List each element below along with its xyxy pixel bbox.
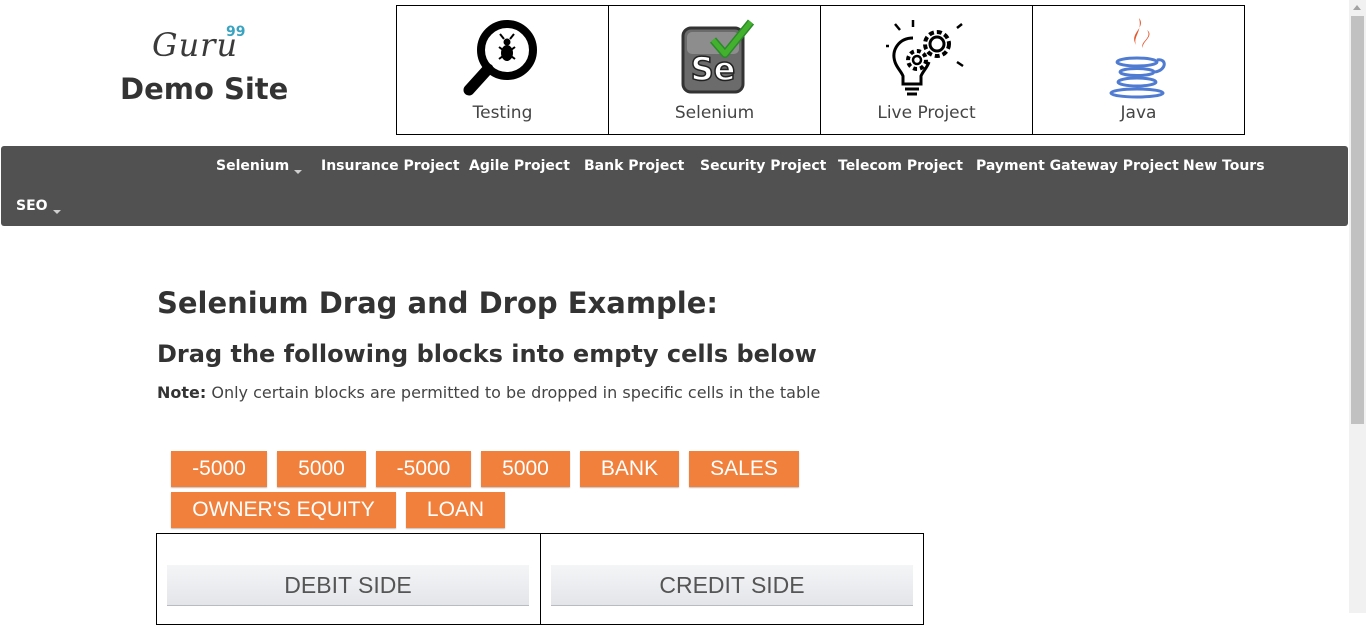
draggable-block-amount[interactable]: -5000 xyxy=(376,451,471,487)
nav-label: SEO xyxy=(16,198,48,214)
debit-side-header: DEBIT SIDE xyxy=(167,565,529,606)
page-title: Selenium Drag and Drop Example: xyxy=(157,286,718,320)
nav-item-payment-gateway-project[interactable]: Payment Gateway Project xyxy=(976,158,1179,174)
draggable-block-amount[interactable]: -5000 xyxy=(171,451,267,487)
credit-column[interactable]: CREDIT SIDE xyxy=(540,534,923,624)
instruction-note: Note: Only certain blocks are permitted … xyxy=(157,383,820,402)
nav-item-insurance-project[interactable]: Insurance Project xyxy=(321,158,460,174)
bulb-gears-icon xyxy=(885,20,964,96)
nav-item-telecom-project[interactable]: Telecom Project xyxy=(838,158,963,174)
course-tiles: Testing Se Selenium Live Project Java xyxy=(396,5,1245,135)
course-tile-java[interactable]: Java xyxy=(1032,6,1244,134)
nav-item-seo[interactable]: SEO xyxy=(16,198,61,214)
magnifier-bug-icon xyxy=(463,20,537,96)
draggable-block-loan[interactable]: LOAN xyxy=(406,492,505,528)
credit-side-header: CREDIT SIDE xyxy=(551,565,913,606)
draggable-block-owners-equity[interactable]: OWNER'S EQUITY xyxy=(171,492,396,528)
draggable-block-amount[interactable]: 5000 xyxy=(277,451,366,487)
course-label: Java xyxy=(1120,103,1157,123)
nav-label: Selenium xyxy=(216,158,290,174)
draggable-block-sales[interactable]: SALES xyxy=(689,451,799,487)
chevron-down-icon xyxy=(52,210,61,214)
chevron-down-icon xyxy=(294,170,303,174)
nav-item-security-project[interactable]: Security Project xyxy=(700,158,826,174)
nav-item-selenium[interactable]: Selenium xyxy=(216,158,303,174)
page-subtitle: Drag the following blocks into empty cel… xyxy=(157,340,817,368)
course-label: Live Project xyxy=(877,103,976,123)
page-scrollbar[interactable] xyxy=(1349,0,1366,613)
note-text: Only certain blocks are permitted to be … xyxy=(211,383,821,402)
draggable-block-bank[interactable]: BANK xyxy=(580,451,679,487)
course-label: Selenium xyxy=(674,103,755,123)
scroll-up-icon[interactable] xyxy=(1353,5,1361,10)
java-cup-icon xyxy=(1109,18,1166,99)
nav-item-bank-project[interactable]: Bank Project xyxy=(584,158,684,174)
course-label: Testing xyxy=(472,103,533,123)
draggable-block-amount[interactable]: 5000 xyxy=(481,451,570,487)
nav-item-agile-project[interactable]: Agile Project xyxy=(469,158,570,174)
scroll-thumb[interactable] xyxy=(1351,16,1364,424)
selenium-check-icon: Se xyxy=(681,19,754,94)
site-logo[interactable]: Guru 99 Demo Site xyxy=(110,22,290,122)
course-tile-live-project[interactable]: Live Project xyxy=(820,6,1032,134)
logo-subtitle: Demo Site xyxy=(120,72,289,106)
logo-superscript: 99 xyxy=(226,24,246,40)
nav-item-new-tours[interactable]: New Tours xyxy=(1183,158,1265,174)
note-label: Note: xyxy=(157,383,207,402)
main-nav: Selenium Insurance Project Agile Project… xyxy=(1,146,1348,226)
course-tile-testing[interactable]: Testing xyxy=(397,6,608,134)
course-tile-selenium[interactable]: Se Selenium xyxy=(608,6,820,134)
drop-table: DEBIT SIDE CREDIT SIDE xyxy=(156,533,924,625)
debit-column[interactable]: DEBIT SIDE xyxy=(157,534,539,624)
